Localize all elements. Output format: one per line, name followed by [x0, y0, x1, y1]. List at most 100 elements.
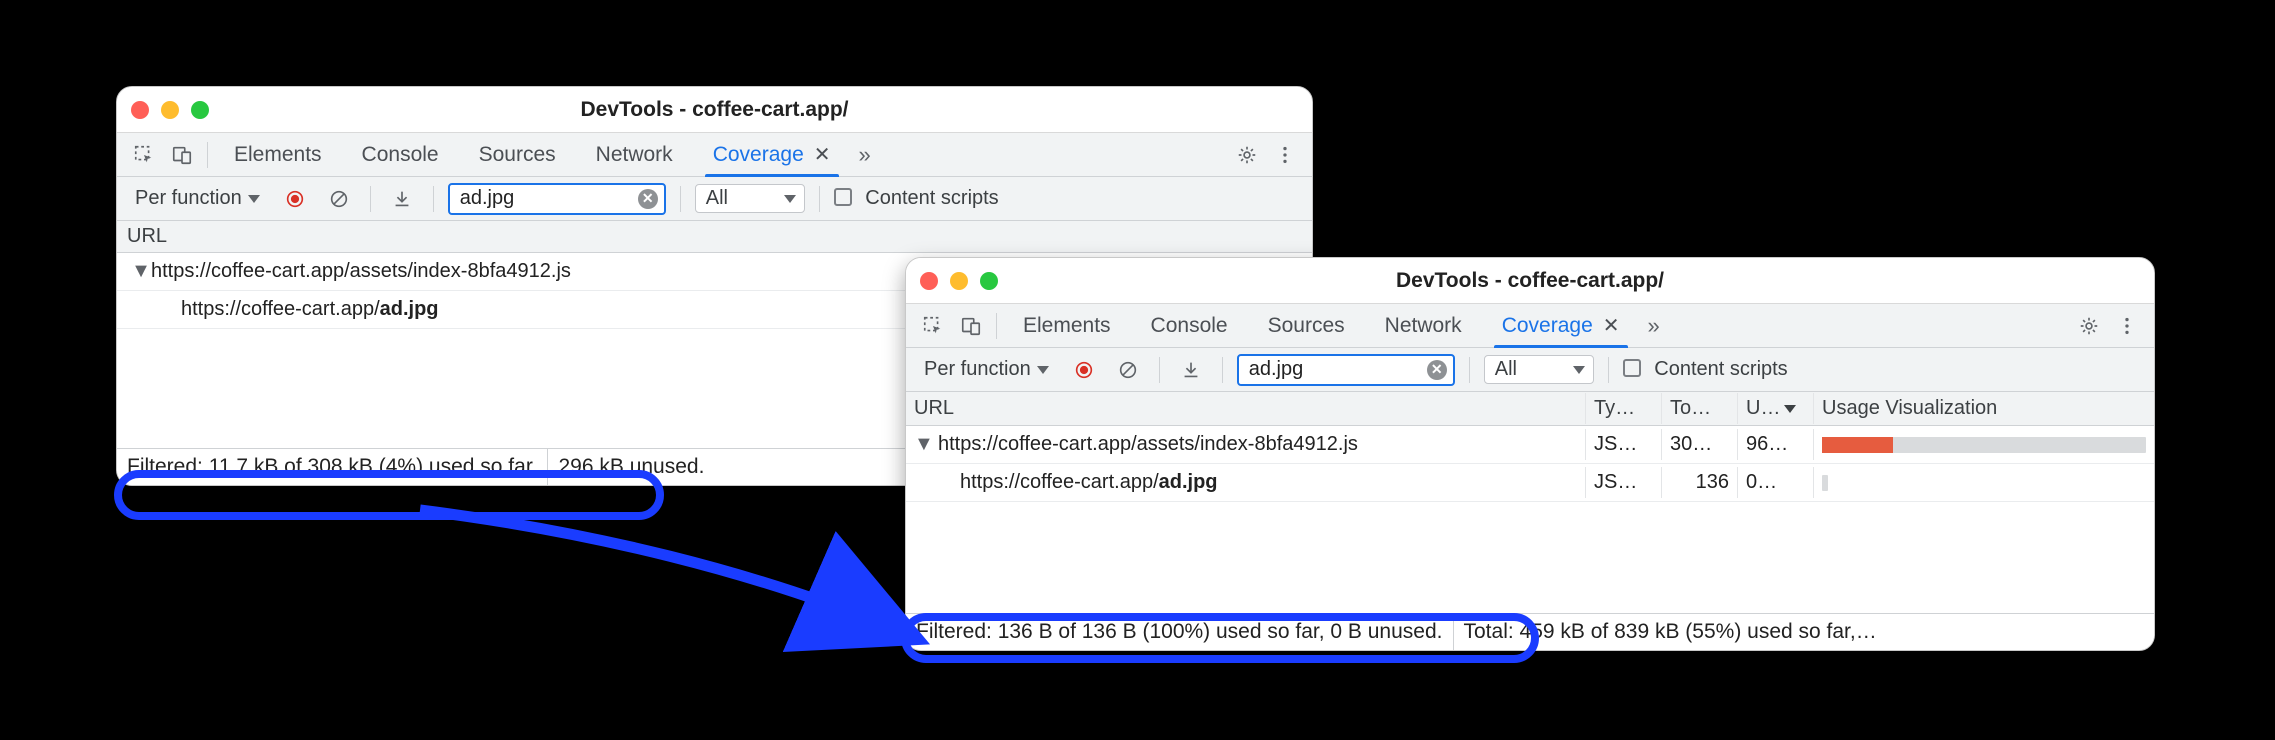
close-tab-icon[interactable]: ✕	[814, 142, 831, 167]
close-window-button[interactable]	[920, 272, 938, 290]
chevron-down-icon	[784, 195, 796, 203]
tab-sources[interactable]: Sources	[1250, 304, 1363, 347]
annotation-arrow	[400, 490, 960, 670]
clear-filter-icon[interactable]: ✕	[1427, 360, 1447, 380]
tab-label: Console	[1151, 314, 1228, 338]
tab-coverage[interactable]: Coverage ✕	[1484, 304, 1638, 347]
tab-label: Console	[362, 143, 439, 167]
tab-network[interactable]: Network	[1367, 304, 1480, 347]
tab-label: Coverage	[1502, 314, 1593, 338]
content-scripts-label: Content scripts	[1654, 358, 1787, 380]
url-filter-input[interactable]: ad.jpg ✕	[448, 183, 666, 215]
device-toggle-icon[interactable]	[954, 309, 988, 343]
panel-tabs: Elements Console Sources Network Coverag…	[117, 133, 1312, 177]
titlebar: DevTools - coffee-cart.app/	[117, 87, 1312, 133]
col-type[interactable]: Ty…	[1586, 393, 1662, 424]
more-tabs-icon[interactable]: »	[1642, 313, 1666, 339]
row-viz	[1814, 433, 2154, 457]
granularity-select[interactable]: Per function	[916, 356, 1057, 383]
minimize-window-button[interactable]	[161, 101, 179, 119]
divider	[207, 142, 208, 168]
record-button[interactable]	[1067, 353, 1101, 387]
more-tabs-icon[interactable]: »	[853, 142, 877, 168]
table-row[interactable]: ▼ https://coffee-cart.app/assets/index-8…	[906, 426, 2154, 464]
divider	[1469, 357, 1470, 383]
col-url[interactable]: URL	[906, 393, 1586, 424]
devtools-window-after: DevTools - coffee-cart.app/ Elements Con…	[905, 257, 2155, 651]
divider	[1222, 357, 1223, 383]
url-column-header[interactable]: URL	[117, 221, 1312, 253]
tab-label: Sources	[1268, 314, 1345, 338]
type-filter-label: All	[706, 187, 728, 210]
divider	[996, 313, 997, 339]
coverage-toolbar: Per function ad.jpg ✕ All	[117, 177, 1312, 221]
settings-gear-icon[interactable]	[2072, 309, 2106, 343]
minimize-window-button[interactable]	[950, 272, 968, 290]
kebab-menu-icon[interactable]	[1268, 138, 1302, 172]
chevron-down-icon	[248, 195, 260, 203]
tab-label: Coverage	[713, 143, 804, 167]
checkbox-icon	[834, 188, 852, 206]
export-button[interactable]	[1174, 353, 1208, 387]
tab-label: Network	[596, 143, 673, 167]
inspect-icon[interactable]	[916, 309, 950, 343]
tab-sources[interactable]: Sources	[461, 133, 574, 176]
row-total: 30…	[1662, 429, 1738, 460]
window-title: DevTools - coffee-cart.app/	[209, 98, 1220, 122]
divider	[370, 186, 371, 212]
col-unused[interactable]: U…	[1738, 393, 1814, 424]
tab-console[interactable]: Console	[344, 133, 457, 176]
table-row[interactable]: https://coffee-cart.app/ad.jpg JS… 136 0…	[906, 464, 2154, 502]
close-window-button[interactable]	[131, 101, 149, 119]
tab-console[interactable]: Console	[1133, 304, 1246, 347]
row-viz	[1814, 471, 2154, 495]
zoom-window-button[interactable]	[191, 101, 209, 119]
zoom-window-button[interactable]	[980, 272, 998, 290]
divider	[1159, 357, 1160, 383]
row-url: https://coffee-cart.app/ad.jpg	[960, 471, 1218, 494]
status-total: Total: 459 kB of 839 kB (55%) used so fa…	[1454, 614, 2155, 650]
tab-network[interactable]: Network	[578, 133, 691, 176]
close-tab-icon[interactable]: ✕	[1603, 313, 1620, 338]
row-url: https://coffee-cart.app/assets/index-8bf…	[151, 260, 571, 283]
content-scripts-toggle[interactable]: Content scripts	[834, 187, 999, 210]
status-bar: Filtered: 136 B of 136 B (100%) used so …	[906, 613, 2154, 650]
kebab-menu-icon[interactable]	[2110, 309, 2144, 343]
tab-coverage[interactable]: Coverage ✕	[695, 133, 849, 176]
type-filter-label: All	[1495, 358, 1517, 381]
col-total[interactable]: To…	[1662, 393, 1738, 424]
clear-filter-icon[interactable]: ✕	[638, 189, 658, 209]
content-scripts-toggle[interactable]: Content scripts	[1623, 358, 1788, 381]
status-filtered: Filtered: 136 B of 136 B (100%) used so …	[906, 614, 1454, 650]
tab-elements[interactable]: Elements	[1005, 304, 1129, 347]
tab-elements[interactable]: Elements	[216, 133, 340, 176]
row-type: JS…	[1586, 429, 1662, 460]
chevron-down-icon	[1573, 366, 1585, 374]
type-filter-select[interactable]: All	[695, 184, 805, 213]
tab-label: Elements	[1023, 314, 1111, 338]
expand-caret-icon[interactable]: ▼	[131, 260, 151, 283]
status-filtered: Filtered: 11.7 kB of 308 kB (4%) used so…	[117, 449, 548, 485]
record-button[interactable]	[278, 182, 312, 216]
titlebar: DevTools - coffee-cart.app/	[906, 258, 2154, 304]
clear-button[interactable]	[1111, 353, 1145, 387]
export-button[interactable]	[385, 182, 419, 216]
settings-gear-icon[interactable]	[1230, 138, 1264, 172]
divider	[1608, 357, 1609, 383]
clear-button[interactable]	[322, 182, 356, 216]
type-filter-select[interactable]: All	[1484, 355, 1594, 384]
device-toggle-icon[interactable]	[165, 138, 199, 172]
tab-label: Network	[1385, 314, 1462, 338]
row-url: https://coffee-cart.app/assets/index-8bf…	[938, 433, 1358, 456]
inspect-icon[interactable]	[127, 138, 161, 172]
col-viz[interactable]: Usage Visualization	[1814, 393, 2154, 424]
coverage-toolbar: Per function ad.jpg ✕ All	[906, 348, 2154, 392]
tab-label: Sources	[479, 143, 556, 167]
url-filter-value: ad.jpg	[1249, 358, 1419, 381]
divider	[819, 186, 820, 212]
granularity-select[interactable]: Per function	[127, 185, 268, 212]
row-type: JS…	[1586, 467, 1662, 498]
url-filter-input[interactable]: ad.jpg ✕	[1237, 354, 1455, 386]
content-scripts-label: Content scripts	[865, 187, 998, 209]
expand-caret-icon[interactable]: ▼	[914, 433, 932, 456]
